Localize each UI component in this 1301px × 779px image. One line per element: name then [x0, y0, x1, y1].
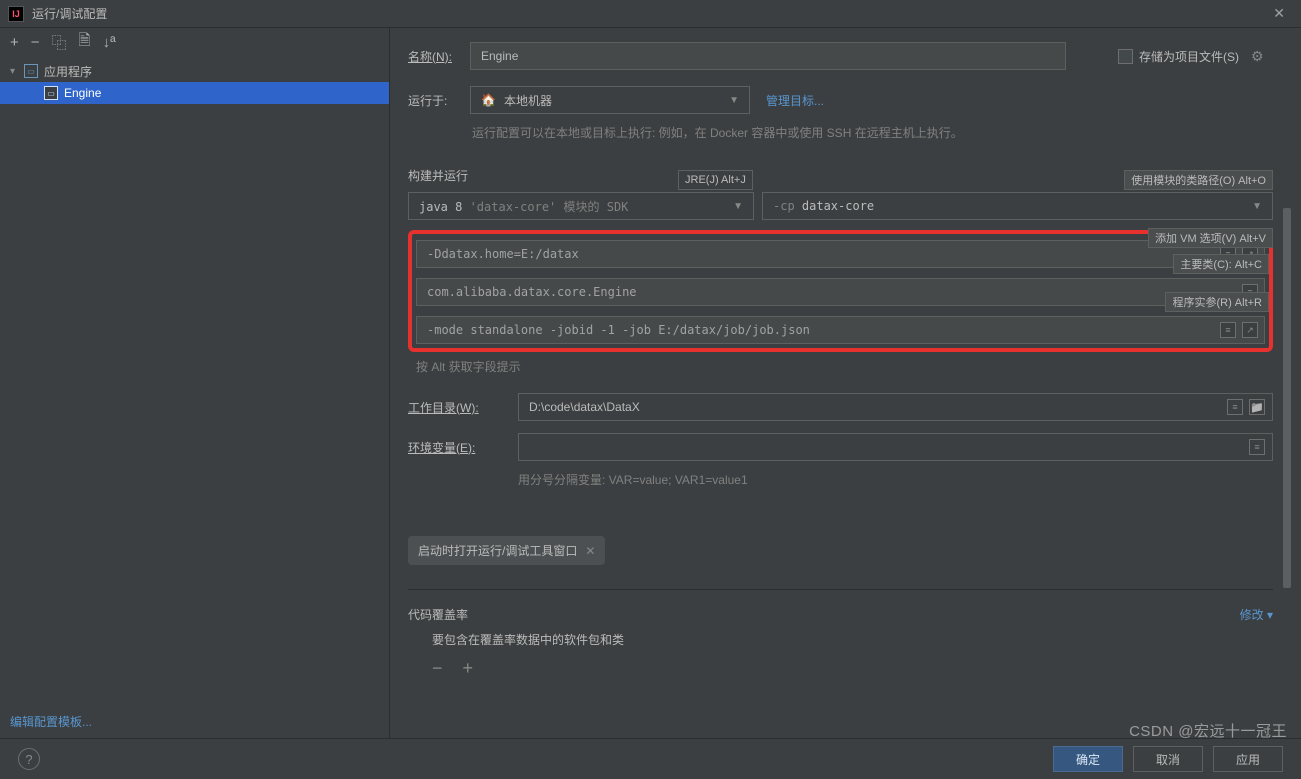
highlighted-config-box: -Ddatax.home=E:/datax ≡ ↗ 主要类(C): Alt+C …: [408, 230, 1273, 352]
working-dir-input[interactable]: [518, 393, 1273, 421]
history-icon[interactable]: ≡: [1227, 399, 1243, 415]
run-on-dropdown[interactable]: 🏠 本地机器 ▼: [470, 86, 750, 114]
history-icon[interactable]: ≡: [1220, 322, 1236, 338]
manage-targets-link[interactable]: 管理目标...: [766, 92, 824, 109]
add-vm-badge: 添加 VM 选项(V) Alt+V: [1148, 228, 1273, 248]
save-config-button[interactable]: 🗎: [79, 30, 91, 55]
separator: [408, 589, 1273, 590]
tree-group-label: 应用程序: [44, 63, 92, 80]
help-icon[interactable]: ?: [18, 748, 40, 770]
chevron-down-icon: ▾: [10, 66, 24, 77]
open-tool-window-tag[interactable]: 启动时打开运行/调试工具窗口 ✕: [408, 536, 605, 565]
program-args-badge: 程序实参(R) Alt+R: [1165, 292, 1269, 312]
run-on-label: 运行于:: [408, 92, 470, 109]
coverage-sub-label: 要包含在覆盖率数据中的软件包和类: [432, 631, 1273, 648]
home-icon: 🏠: [481, 93, 496, 107]
classpath-hint-badge: 使用模块的类路径(O) Alt+O: [1124, 170, 1273, 190]
app-icon: IJ: [8, 6, 24, 22]
coverage-modify-link[interactable]: 修改 ▾: [1240, 606, 1273, 623]
ok-button[interactable]: 确定: [1053, 746, 1123, 772]
chevron-down-icon: ▼: [733, 201, 743, 212]
name-input[interactable]: [470, 42, 1066, 70]
name-label: 名称(N):: [408, 48, 470, 65]
list-icon[interactable]: ≡: [1249, 439, 1265, 455]
add-package-button[interactable]: +: [463, 658, 474, 679]
remove-config-button[interactable]: −: [31, 34, 40, 51]
add-config-button[interactable]: +: [10, 34, 19, 51]
env-vars-input[interactable]: [518, 433, 1273, 461]
chevron-down-icon: ▼: [1252, 201, 1262, 212]
env-vars-label: 环境变量(E):: [408, 439, 518, 456]
tree-item-engine[interactable]: ▭ Engine: [0, 82, 389, 104]
classpath-dropdown[interactable]: -cp datax-core ▼: [762, 192, 1273, 220]
build-run-header: 构建并运行: [408, 167, 468, 184]
gear-icon[interactable]: ⚙: [1251, 48, 1264, 65]
remove-package-button[interactable]: −: [432, 658, 443, 679]
copy-config-button[interactable]: ⿻: [52, 32, 67, 53]
folder-icon[interactable]: [1249, 399, 1265, 415]
env-vars-hint: 用分号分隔变量: VAR=value; VAR1=value1: [518, 471, 1273, 488]
main-class-input[interactable]: com.alibaba.datax.core.Engine ≡: [416, 278, 1265, 306]
tree-item-label: Engine: [64, 86, 101, 100]
jre-dropdown[interactable]: java 8 'datax-core' 模块的 SDK ▼: [408, 192, 754, 220]
scrollbar[interactable]: [1283, 208, 1291, 738]
close-icon[interactable]: ✕: [1265, 1, 1293, 26]
store-as-file-checkbox[interactable]: [1118, 49, 1133, 64]
cancel-button[interactable]: 取消: [1133, 746, 1203, 772]
sort-config-button[interactable]: ↓ª: [103, 34, 116, 51]
window-title: 运行/调试配置: [32, 5, 1265, 22]
application-icon: ▭: [44, 86, 58, 100]
chevron-down-icon: ▼: [729, 95, 739, 106]
scrollbar-thumb[interactable]: [1283, 208, 1291, 588]
apply-button[interactable]: 应用: [1213, 746, 1283, 772]
jre-badge: JRE(J) Alt+J: [678, 170, 753, 190]
run-on-hint: 运行配置可以在本地或目标上执行: 例如，在 Docker 容器中或使用 SSH …: [472, 124, 1273, 141]
expand-icon[interactable]: ↗: [1242, 322, 1258, 338]
coverage-header: 代码覆盖率: [408, 606, 468, 623]
vm-options-input[interactable]: -Ddatax.home=E:/datax ≡ ↗: [416, 240, 1265, 268]
application-icon: ▭: [24, 64, 38, 78]
tree-group-application[interactable]: ▾ ▭ 应用程序: [0, 60, 389, 82]
edit-templates-link[interactable]: 编辑配置模板...: [0, 705, 389, 738]
program-args-input[interactable]: -mode standalone -jobid -1 -job E:/datax…: [416, 316, 1265, 344]
alt-hint: 按 Alt 获取字段提示: [416, 358, 1273, 375]
close-icon[interactable]: ✕: [585, 544, 595, 558]
working-dir-label: 工作目录(W):: [408, 399, 518, 416]
store-as-file-label: 存储为项目文件(S): [1139, 48, 1239, 65]
main-class-badge: 主要类(C): Alt+C: [1173, 254, 1269, 274]
